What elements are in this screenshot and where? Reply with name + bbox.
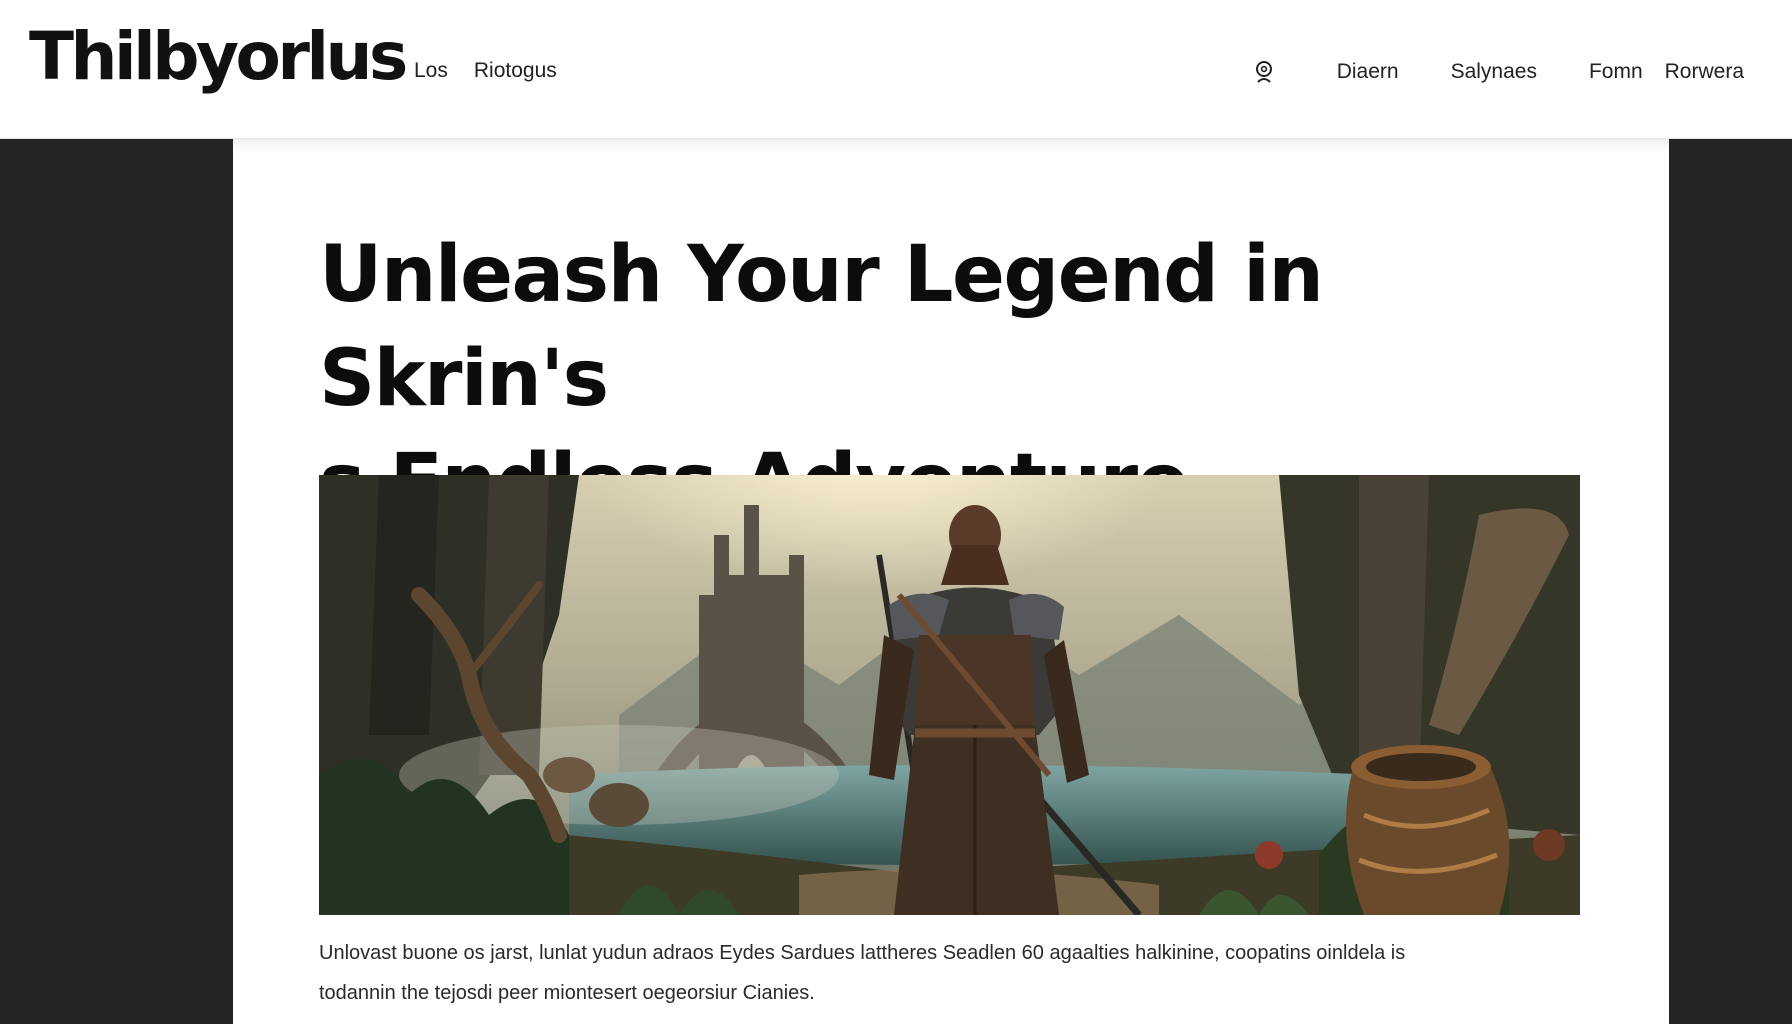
hero-illustration — [319, 475, 1580, 915]
article-intro: Unlovast buone os jarst, lunlat yudun ad… — [319, 933, 1589, 1013]
search-icon[interactable] — [1251, 59, 1277, 85]
intro-line-1: Unlovast buone os jarst, lunlat yudun ad… — [319, 942, 1406, 964]
intro-line-2: todannin the tejosdi peer miontesert oeg… — [319, 982, 815, 1004]
nav-link-rorwera[interactable]: Rorwera — [1665, 60, 1744, 84]
nav-link-fomn[interactable]: Fomn — [1589, 60, 1643, 84]
search-icon-glyph — [1255, 61, 1272, 83]
site-header: Thilbyorlus Los Riotogus Diaern Salynaes… — [0, 0, 1792, 139]
headline-line-1: Unleash Your Legend in Skrin's — [319, 230, 1324, 424]
site-logo[interactable]: Thilbyorlus — [29, 24, 408, 90]
primary-nav: Los Riotogus — [414, 59, 557, 83]
secondary-nav: Diaern Salynaes Fomn Rorwera — [1251, 59, 1744, 85]
article-card: Unleash Your Legend in Skrin's s Endless… — [233, 139, 1669, 1024]
nav-link-salynaes[interactable]: Salynaes — [1451, 60, 1537, 84]
hero-image — [319, 475, 1580, 915]
nav-link-diaern[interactable]: Diaern — [1337, 60, 1399, 84]
nav-link-los[interactable]: Los — [414, 59, 448, 83]
nav-link-riotogus[interactable]: Riotogus — [474, 59, 557, 83]
